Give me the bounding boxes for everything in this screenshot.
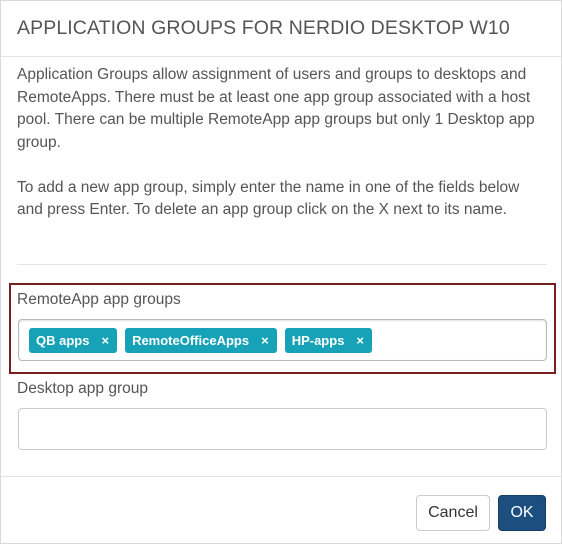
desktop-group-input[interactable]	[18, 408, 547, 450]
close-icon[interactable]: ×	[101, 333, 109, 348]
tag-remoteofficeapps: RemoteOfficeApps ×	[125, 327, 277, 353]
desktop-group-label: Desktop app group	[17, 380, 148, 397]
dialog-footer: Cancel OK	[1, 476, 561, 543]
remote-groups-tag-input[interactable]: QB apps × RemoteOfficeApps × HP-apps ×	[18, 319, 547, 361]
cancel-button[interactable]: Cancel	[416, 495, 490, 531]
close-icon[interactable]: ×	[261, 333, 269, 348]
tag-label: QB apps	[36, 332, 90, 348]
dialog-header: APPLICATION GROUPS FOR NERDIO DESKTOP W1…	[1, 1, 561, 56]
description: Application Groups allow assignment of u…	[17, 64, 549, 222]
application-groups-dialog: APPLICATION GROUPS FOR NERDIO DESKTOP W1…	[0, 0, 562, 544]
description-paragraph-1: Application Groups allow assignment of u…	[17, 66, 535, 151]
ok-button[interactable]: OK	[498, 495, 546, 531]
remote-groups-label: RemoteApp app groups	[17, 291, 181, 308]
divider	[17, 264, 547, 265]
close-icon[interactable]: ×	[356, 333, 364, 348]
tag-label: HP-apps	[291, 332, 345, 348]
tag-hp-apps: HP-apps ×	[284, 327, 373, 353]
tag-qb-apps: QB apps ×	[29, 327, 118, 353]
tag-label: RemoteOfficeApps	[132, 332, 250, 348]
description-paragraph-2: To add a new app group, simply enter the…	[17, 178, 520, 219]
dialog-title: APPLICATION GROUPS FOR NERDIO DESKTOP W1…	[17, 17, 510, 39]
